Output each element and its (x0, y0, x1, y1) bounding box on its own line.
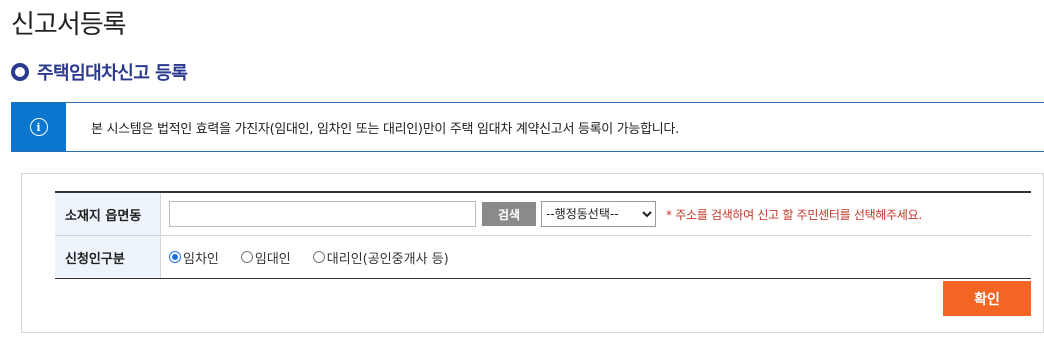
section-title: 주택임대차신고 등록 (11, 60, 188, 84)
ring-bullet-icon (11, 63, 29, 81)
radio-lessee-dot[interactable] (169, 251, 181, 263)
address-note: * 주소를 검색하여 신고 할 주민센터를 선택해주세요. (666, 207, 922, 222)
form-table: 소재지 읍면동 검색 --행정동선택-- * 주소를 검색하여 신고 할 주민센… (55, 191, 1031, 279)
section-title-text: 주택임대차신고 등록 (37, 63, 188, 84)
radio-lessor-dot[interactable] (240, 251, 253, 263)
applicant-content: 임차인 임대인 대리인(공인중개사 등) (161, 236, 1031, 278)
address-label: 소재지 읍면동 (55, 193, 161, 235)
radio-lessee-label: 임차인 (183, 251, 219, 267)
radio-agent-label: 대리인(공인중개사 등) (326, 251, 449, 267)
radio-lessee[interactable]: 임차인 (169, 248, 219, 267)
address-content: 검색 --행정동선택-- * 주소를 검색하여 신고 할 주민센터를 선택해주세… (161, 193, 1031, 235)
notice-banner: i 본 시스템은 법적인 효력을 가진자(임대인, 임차인 또는 대리인)만이 … (11, 102, 1044, 152)
address-input[interactable] (169, 201, 476, 227)
page-title: 신고서등록 (11, 10, 127, 40)
notice-text: 본 시스템은 법적인 효력을 가진자(임대인, 임차인 또는 대리인)만이 주택… (91, 121, 679, 137)
registration-form: 소재지 읍면동 검색 --행정동선택-- * 주소를 검색하여 신고 할 주민센… (21, 173, 1044, 333)
applicant-label: 신청인구분 (55, 236, 161, 278)
address-row: 소재지 읍면동 검색 --행정동선택-- * 주소를 검색하여 신고 할 주민센… (55, 193, 1031, 235)
search-button[interactable]: 검색 (482, 202, 536, 226)
radio-agent[interactable]: 대리인(공인중개사 등) (312, 248, 449, 267)
info-icon: i (29, 118, 48, 136)
radio-agent-dot[interactable] (312, 251, 325, 263)
applicant-row: 신청인구분 임차인 임대인 대리인(공인중개사 등) (55, 235, 1031, 278)
confirm-button[interactable]: 확인 (943, 281, 1031, 316)
radio-lessor-label: 임대인 (254, 251, 291, 267)
dong-select[interactable]: --행정동선택-- (541, 201, 656, 227)
radio-lessor[interactable]: 임대인 (240, 248, 291, 267)
notice-icon-box: i (11, 103, 66, 151)
